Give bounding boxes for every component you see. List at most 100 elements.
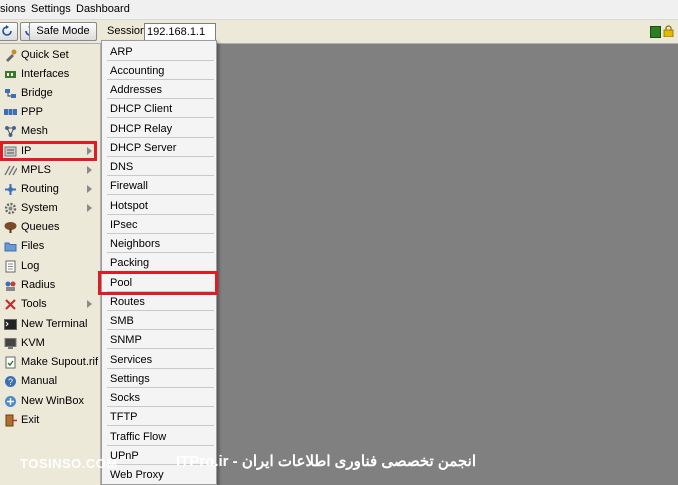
submenu-arrow-icon — [87, 185, 92, 193]
tools-icon — [5, 299, 16, 310]
supout-icon — [5, 356, 16, 369]
submenu-item-firewall[interactable]: Firewall — [107, 177, 214, 195]
sidebar-item-routing[interactable]: Routing — [2, 180, 98, 199]
submenu-item-snmp[interactable]: SNMP — [107, 331, 214, 349]
safe-mode-button[interactable]: Safe Mode — [29, 22, 97, 41]
manual-icon: ? — [5, 376, 16, 387]
submenu-item-label: Neighbors — [110, 238, 161, 250]
submenu-item-label: Socks — [110, 392, 140, 404]
sidebar-item-interfaces[interactable]: Interfaces — [2, 65, 98, 84]
mesh-icon — [5, 126, 16, 137]
sidebar-item-label: Radius — [21, 279, 56, 291]
sidebar-item-label: Quick Set — [21, 49, 69, 61]
submenu-item-services[interactable]: Services — [107, 351, 214, 369]
submenu-item-accounting[interactable]: Accounting — [107, 62, 214, 80]
menu-sessions[interactable]: sions — [0, 3, 26, 15]
sidebar: Quick Set Interfaces Bridge PPP Mesh IP … — [0, 44, 101, 485]
sidebar-item-exit[interactable]: Exit — [2, 411, 98, 430]
watermark-itpro: ITPro.ir - انجمن تخصصی فناوری اطلاعات ای… — [176, 453, 476, 470]
sidebar-item-label: System — [21, 202, 58, 214]
sidebar-item-manual[interactable]: ? Manual — [2, 372, 98, 391]
ip-submenu: ARP Accounting Addresses DHCP Client DHC… — [101, 40, 217, 485]
submenu-item-addresses[interactable]: Addresses — [107, 81, 214, 99]
submenu-item-label: Firewall — [110, 180, 148, 192]
sidebar-item-mesh[interactable]: Mesh — [2, 122, 98, 141]
radius-icon — [5, 281, 16, 291]
submenu-item-label: IPsec — [110, 219, 138, 231]
submenu-item-dhcp-client[interactable]: DHCP Client — [107, 100, 214, 118]
submenu-item-arp[interactable]: ARP — [107, 43, 214, 61]
submenu-item-traffic-flow[interactable]: Traffic Flow — [107, 428, 214, 446]
sidebar-item-label: KVM — [21, 337, 45, 349]
sidebar-item-files[interactable]: Files — [2, 237, 98, 256]
sidebar-item-new-terminal[interactable]: New Terminal — [2, 315, 98, 334]
sidebar-item-label: Make Supout.rif — [21, 356, 99, 368]
submenu-item-label: DHCP Relay — [110, 123, 173, 135]
sidebar-item-quick-set[interactable]: Quick Set — [2, 46, 98, 65]
submenu-item-label: TFTP — [110, 411, 138, 423]
terminal-icon — [4, 319, 17, 330]
ppp-icon — [4, 109, 17, 115]
menu-dashboard[interactable]: Dashboard — [76, 3, 130, 15]
svg-text:?: ? — [8, 377, 13, 387]
submenu-item-neighbors[interactable]: Neighbors — [107, 235, 214, 253]
sidebar-item-label: Manual — [21, 375, 58, 387]
sidebar-item-label: PPP — [21, 106, 44, 118]
sidebar-item-new-winbox[interactable]: New WinBox — [2, 392, 98, 411]
gear-icon — [4, 202, 17, 215]
connection-status-icon — [650, 26, 661, 38]
sidebar-item-system[interactable]: System — [2, 199, 98, 218]
submenu-item-ipsec[interactable]: IPsec — [107, 216, 214, 234]
undo-icon — [2, 25, 12, 36]
submenu-item-label: ARP — [110, 46, 133, 58]
undo-button[interactable] — [0, 22, 18, 41]
sidebar-item-tools[interactable]: Tools — [2, 295, 98, 314]
sidebar-item-label: New WinBox — [21, 395, 84, 407]
submenu-arrow-icon — [87, 300, 92, 308]
sidebar-item-label: Log — [21, 260, 40, 272]
submenu-item-label: Packing — [110, 257, 150, 269]
submenu-item-label: Accounting — [110, 65, 165, 77]
sidebar-item-kvm[interactable]: KVM — [2, 334, 98, 353]
menu-bar: sions Settings Dashboard — [0, 0, 678, 20]
submenu-item-label: DHCP Client — [110, 103, 173, 115]
submenu-item-label: DNS — [110, 161, 134, 173]
folder-icon — [4, 242, 17, 252]
submenu-arrow-icon — [87, 204, 92, 212]
sidebar-item-bridge[interactable]: Bridge — [2, 84, 98, 103]
session-label: Session: — [107, 25, 150, 37]
sidebar-item-make-supout[interactable]: Make Supout.rif — [2, 353, 98, 372]
sidebar-item-mpls[interactable]: MPLS — [2, 161, 98, 180]
submenu-item-dhcp-relay[interactable]: DHCP Relay — [107, 120, 214, 138]
sidebar-item-label: New Terminal — [21, 318, 88, 330]
submenu-item-label: Settings — [110, 373, 150, 385]
submenu-item-hotspot[interactable]: Hotspot — [107, 197, 214, 215]
submenu-item-packing[interactable]: Packing — [107, 254, 214, 272]
submenu-item-dhcp-server[interactable]: DHCP Server — [107, 139, 214, 157]
sidebar-item-log[interactable]: Log — [2, 257, 98, 276]
submenu-item-smb[interactable]: SMB — [107, 312, 214, 330]
watermark-tosinso: TOSINSO.COM — [20, 456, 118, 471]
interfaces-icon — [5, 71, 16, 78]
submenu-item-routes[interactable]: Routes — [107, 293, 214, 311]
sidebar-item-ppp[interactable]: PPP — [2, 103, 98, 122]
sidebar-item-label: Exit — [21, 414, 40, 426]
mpls-icon — [4, 165, 17, 176]
submenu-item-settings[interactable]: Settings — [107, 370, 214, 388]
sidebar-item-queues[interactable]: Queues — [2, 218, 98, 237]
submenu-item-label: SNMP — [110, 334, 142, 346]
log-icon — [5, 260, 16, 273]
sidebar-item-label: Queues — [21, 221, 60, 233]
menu-settings[interactable]: Settings — [31, 3, 71, 15]
submenu-item-dns[interactable]: DNS — [107, 158, 214, 176]
session-field[interactable]: 192.168.1.1 — [144, 23, 216, 41]
bridge-icon — [5, 89, 16, 98]
submenu-item-socks[interactable]: Socks — [107, 389, 214, 407]
submenu-item-label: DHCP Server — [110, 142, 177, 154]
winbox-icon — [5, 396, 16, 407]
sidebar-item-label: Tools — [21, 298, 47, 310]
sidebar-item-label: Mesh — [21, 125, 48, 137]
submenu-item-tftp[interactable]: TFTP — [107, 408, 214, 426]
sidebar-item-radius[interactable]: Radius — [2, 276, 98, 295]
sidebar-item-label: MPLS — [21, 164, 51, 176]
